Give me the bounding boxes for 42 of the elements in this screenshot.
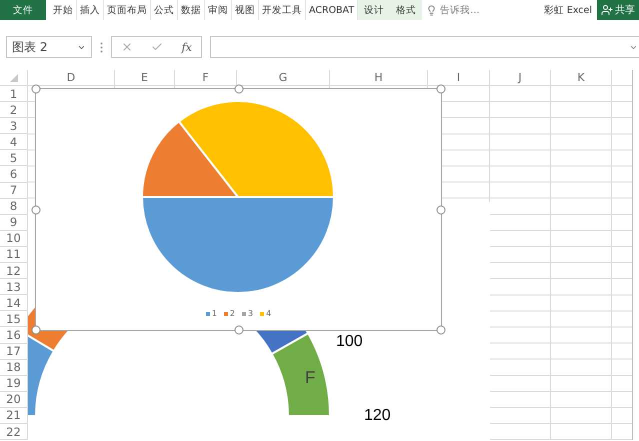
- lightbulb-icon: [426, 4, 438, 16]
- column-header[interactable]: K: [551, 70, 612, 85]
- cancel-icon[interactable]: [121, 41, 134, 53]
- share-button[interactable]: 共享: [597, 0, 639, 20]
- ribbon-tab[interactable]: 开始: [50, 0, 77, 20]
- resize-handle[interactable]: [436, 326, 446, 334]
- column-header[interactable]: E: [115, 70, 175, 85]
- ribbon-tab[interactable]: 页面布局: [104, 0, 151, 20]
- ribbon-tab[interactable]: 审阅: [205, 0, 232, 20]
- insert-function-button[interactable]: fx: [182, 40, 192, 54]
- ribbon-tab[interactable]: 公式: [151, 0, 178, 20]
- resize-handle[interactable]: [234, 84, 243, 94]
- legend-label: 3: [248, 309, 254, 318]
- person-add-icon: [601, 4, 613, 16]
- resize-handle[interactable]: [32, 84, 40, 94]
- user-name[interactable]: 彩虹 Excel: [544, 0, 592, 20]
- column-header[interactable]: J: [490, 70, 551, 85]
- legend-label: 1: [212, 309, 217, 318]
- legend-label: 4: [266, 309, 272, 318]
- column-header[interactable]: H: [330, 70, 428, 85]
- ribbon-tab[interactable]: 文件: [0, 0, 46, 20]
- ribbon-tab[interactable]: 格式: [390, 0, 422, 20]
- data-label: 100: [336, 333, 363, 351]
- column-header[interactable]: F: [175, 70, 237, 85]
- check-icon[interactable]: [151, 41, 164, 53]
- resize-handle[interactable]: [436, 84, 446, 94]
- ribbon-tab[interactable]: 开发工具: [259, 0, 306, 20]
- resize-handle[interactable]: [234, 326, 243, 334]
- data-label: 120: [364, 407, 391, 425]
- formula-input[interactable]: [210, 36, 639, 58]
- ribbon-tab[interactable]: 视图: [232, 0, 259, 20]
- ribbon-tab[interactable]: 数据: [178, 0, 205, 20]
- ribbon-tab[interactable]: 设计: [358, 0, 390, 20]
- legend-label: 2: [230, 309, 235, 318]
- resize-handle[interactable]: [436, 205, 446, 214]
- tell-me-field[interactable]: 告诉我…: [440, 4, 480, 16]
- data-label: F: [305, 368, 316, 388]
- drag-handle-icon[interactable]: [100, 42, 103, 52]
- ribbon-tab[interactable]: 插入: [77, 0, 104, 20]
- name-box[interactable]: 图表 2: [6, 36, 92, 58]
- name-box-value: 图表 2: [12, 38, 48, 56]
- ribbon-tab[interactable]: ACROBAT: [306, 0, 358, 20]
